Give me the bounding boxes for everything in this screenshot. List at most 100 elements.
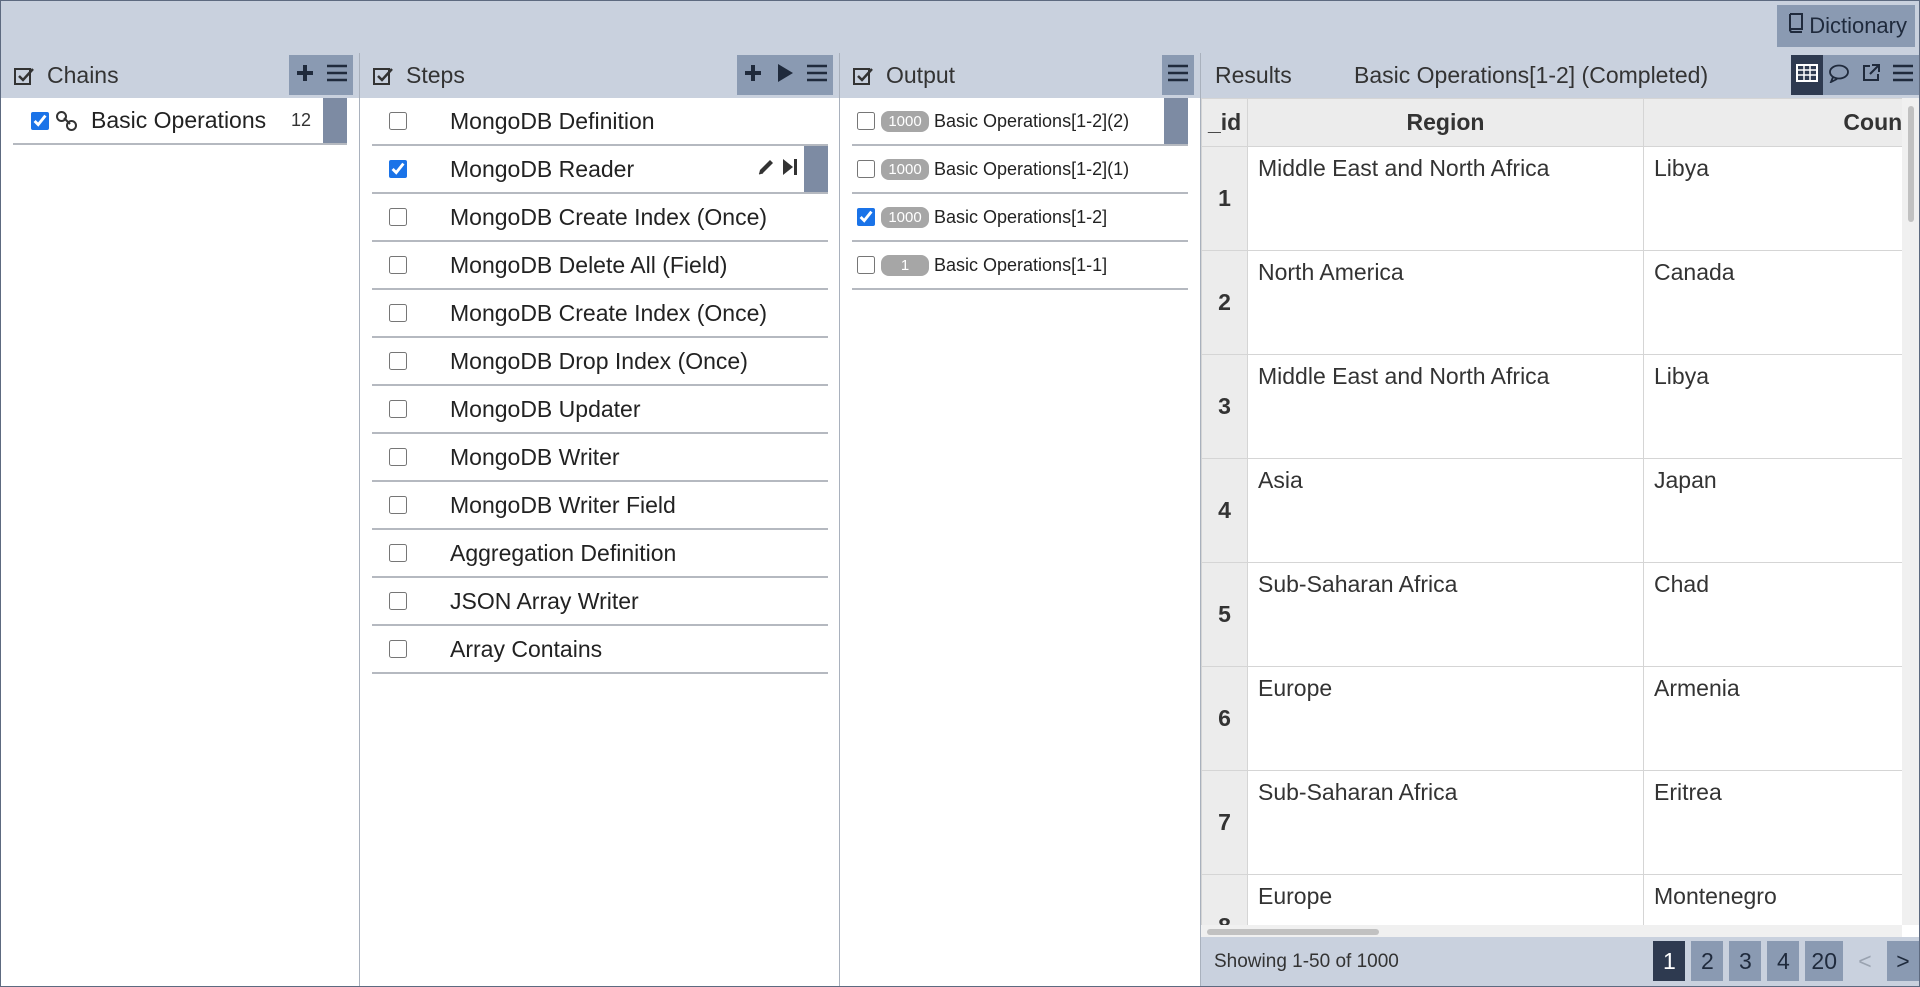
step-checkbox[interactable] (389, 496, 407, 514)
page-button-1[interactable]: 1 (1653, 941, 1686, 981)
add-step-button[interactable] (737, 55, 769, 95)
list-item[interactable]: JSON Array Writer (372, 578, 828, 626)
check-square-icon[interactable] (11, 63, 37, 89)
step-checkbox[interactable] (389, 592, 407, 610)
page-button-2[interactable]: 2 (1691, 941, 1724, 981)
row-id: 7 (1201, 770, 1248, 875)
region-cell: Europe (1247, 666, 1644, 771)
list-item[interactable]: MongoDB Updater (372, 386, 828, 434)
step-checkbox[interactable] (389, 448, 407, 466)
results-menu-button[interactable] (1887, 55, 1919, 95)
next-page-button[interactable]: > (1887, 941, 1919, 981)
scrollbar-thumb[interactable] (1908, 106, 1914, 222)
step-checkbox[interactable] (389, 640, 407, 658)
steps-menu-button[interactable] (801, 55, 833, 95)
table-row[interactable]: 6 Europe Armenia (1201, 666, 1902, 771)
list-item[interactable]: MongoDB Create Index (Once) (372, 194, 828, 242)
list-item[interactable]: 1000 Basic Operations[1-2](1) (852, 146, 1188, 194)
table-view-button[interactable] (1791, 55, 1823, 95)
step-label: Aggregation Definition (450, 539, 677, 566)
check-square-icon[interactable] (370, 63, 396, 89)
step-checkbox[interactable] (389, 208, 407, 226)
list-item[interactable]: MongoDB Reader (372, 146, 828, 194)
step-forward-icon[interactable] (782, 156, 798, 183)
table-row[interactable]: 7 Sub-Saharan Africa Eritrea (1201, 770, 1902, 875)
list-item[interactable]: MongoDB Definition (372, 98, 828, 146)
book-icon (1787, 13, 1805, 39)
step-checkbox[interactable] (389, 256, 407, 274)
list-item[interactable]: 1000 Basic Operations[1-2](2) (852, 98, 1188, 146)
vertical-scrollbar[interactable] (1902, 98, 1919, 925)
country-cell: Armenia (1643, 666, 1902, 771)
prev-page-button[interactable]: < (1849, 941, 1881, 981)
output-checkbox[interactable] (857, 160, 875, 178)
table-row[interactable]: 5 Sub-Saharan Africa Chad (1201, 562, 1902, 667)
menu-icon (806, 62, 828, 89)
step-label: MongoDB Writer (450, 443, 620, 470)
step-checkbox[interactable] (389, 112, 407, 130)
selection-handle[interactable] (1164, 98, 1188, 144)
row-id: 8 (1201, 874, 1248, 925)
results-table-container[interactable]: _id Region Country 1Middle East and Nort… (1201, 98, 1902, 925)
step-label: MongoDB Create Index (Once) (450, 203, 768, 230)
steps-header: Steps (360, 53, 839, 98)
step-checkbox[interactable] (389, 544, 407, 562)
row-id: 2 (1201, 250, 1248, 355)
table-row[interactable]: 1 Middle East and North Africa Libya (1201, 146, 1902, 251)
results-panel: Results Basic Operations[1-2] (Completed… (1201, 53, 1919, 986)
selection-handle[interactable] (323, 98, 347, 143)
check-square-icon[interactable] (850, 63, 876, 89)
country-cell: Japan (1643, 458, 1902, 563)
list-item[interactable]: Array Contains (372, 626, 828, 674)
list-item[interactable]: Aggregation Definition (372, 530, 828, 578)
output-checkbox[interactable] (857, 208, 875, 226)
column-header-country[interactable]: Country (1643, 98, 1902, 147)
output-menu-button[interactable] (1162, 55, 1194, 95)
output-label: Basic Operations[1-2] (934, 206, 1108, 227)
list-item[interactable]: MongoDB Delete All (Field) (372, 242, 828, 290)
page-button-20[interactable]: 20 (1805, 941, 1843, 981)
results-run-label: Basic Operations[1-2] (Completed) (1354, 62, 1709, 88)
list-item[interactable]: 1000 Basic Operations[1-2] (852, 194, 1188, 242)
output-checkbox[interactable] (857, 256, 875, 274)
step-checkbox[interactable] (389, 400, 407, 418)
table-row[interactable]: 4 Asia Japan (1201, 458, 1902, 563)
dictionary-button[interactable]: Dictionary (1777, 5, 1915, 47)
list-item[interactable]: MongoDB Drop Index (Once) (372, 338, 828, 386)
page-button-4[interactable]: 4 (1767, 941, 1800, 981)
row-id: 3 (1201, 354, 1248, 459)
table-header-row: _id Region Country (1201, 98, 1902, 147)
output-toolbar (1162, 55, 1194, 95)
output-checkbox[interactable] (857, 112, 875, 130)
country-cell: Libya (1643, 354, 1902, 459)
open-external-button[interactable] (1855, 55, 1887, 95)
page-button-3[interactable]: 3 (1729, 941, 1762, 981)
plus-icon (295, 62, 315, 89)
list-item[interactable]: MongoDB Writer (372, 434, 828, 482)
step-checkbox[interactable] (389, 160, 407, 178)
selection-handle[interactable] (804, 146, 828, 192)
step-checkbox[interactable] (389, 352, 407, 370)
step-label: JSON Array Writer (450, 587, 639, 614)
output-panel: Output 1000 Basic Operations[1-2](2) 100… (840, 53, 1201, 986)
comment-view-button[interactable] (1823, 55, 1855, 95)
column-header-region[interactable]: Region (1247, 98, 1644, 147)
table-row[interactable]: 2 North America Canada (1201, 250, 1902, 355)
list-item[interactable]: MongoDB Create Index (Once) (372, 290, 828, 338)
table-row[interactable]: 3 Middle East and North Africa Libya (1201, 354, 1902, 459)
chains-menu-button[interactable] (321, 55, 353, 95)
results-footer: Showing 1-50 of 1000 1 2 3 4 20 < > (1201, 937, 1919, 986)
step-checkbox[interactable] (389, 304, 407, 322)
run-button[interactable] (769, 55, 801, 95)
chain-checkbox[interactable] (31, 111, 49, 130)
column-header-id[interactable]: _id (1201, 98, 1248, 147)
list-item[interactable]: MongoDB Writer Field (372, 482, 828, 530)
count-badge: 1000 (881, 110, 929, 132)
step-list: MongoDB Definition MongoDB Reader MongoD… (372, 98, 828, 674)
chain-item[interactable]: Basic Operations 12 (13, 98, 347, 145)
pencil-icon[interactable] (756, 156, 776, 183)
add-chain-button[interactable] (289, 55, 321, 95)
list-item[interactable]: 1 Basic Operations[1-1] (852, 242, 1188, 290)
table-row[interactable]: 8EuropeMontenegro (1201, 874, 1902, 925)
scrollbar-thumb[interactable] (1207, 929, 1379, 935)
